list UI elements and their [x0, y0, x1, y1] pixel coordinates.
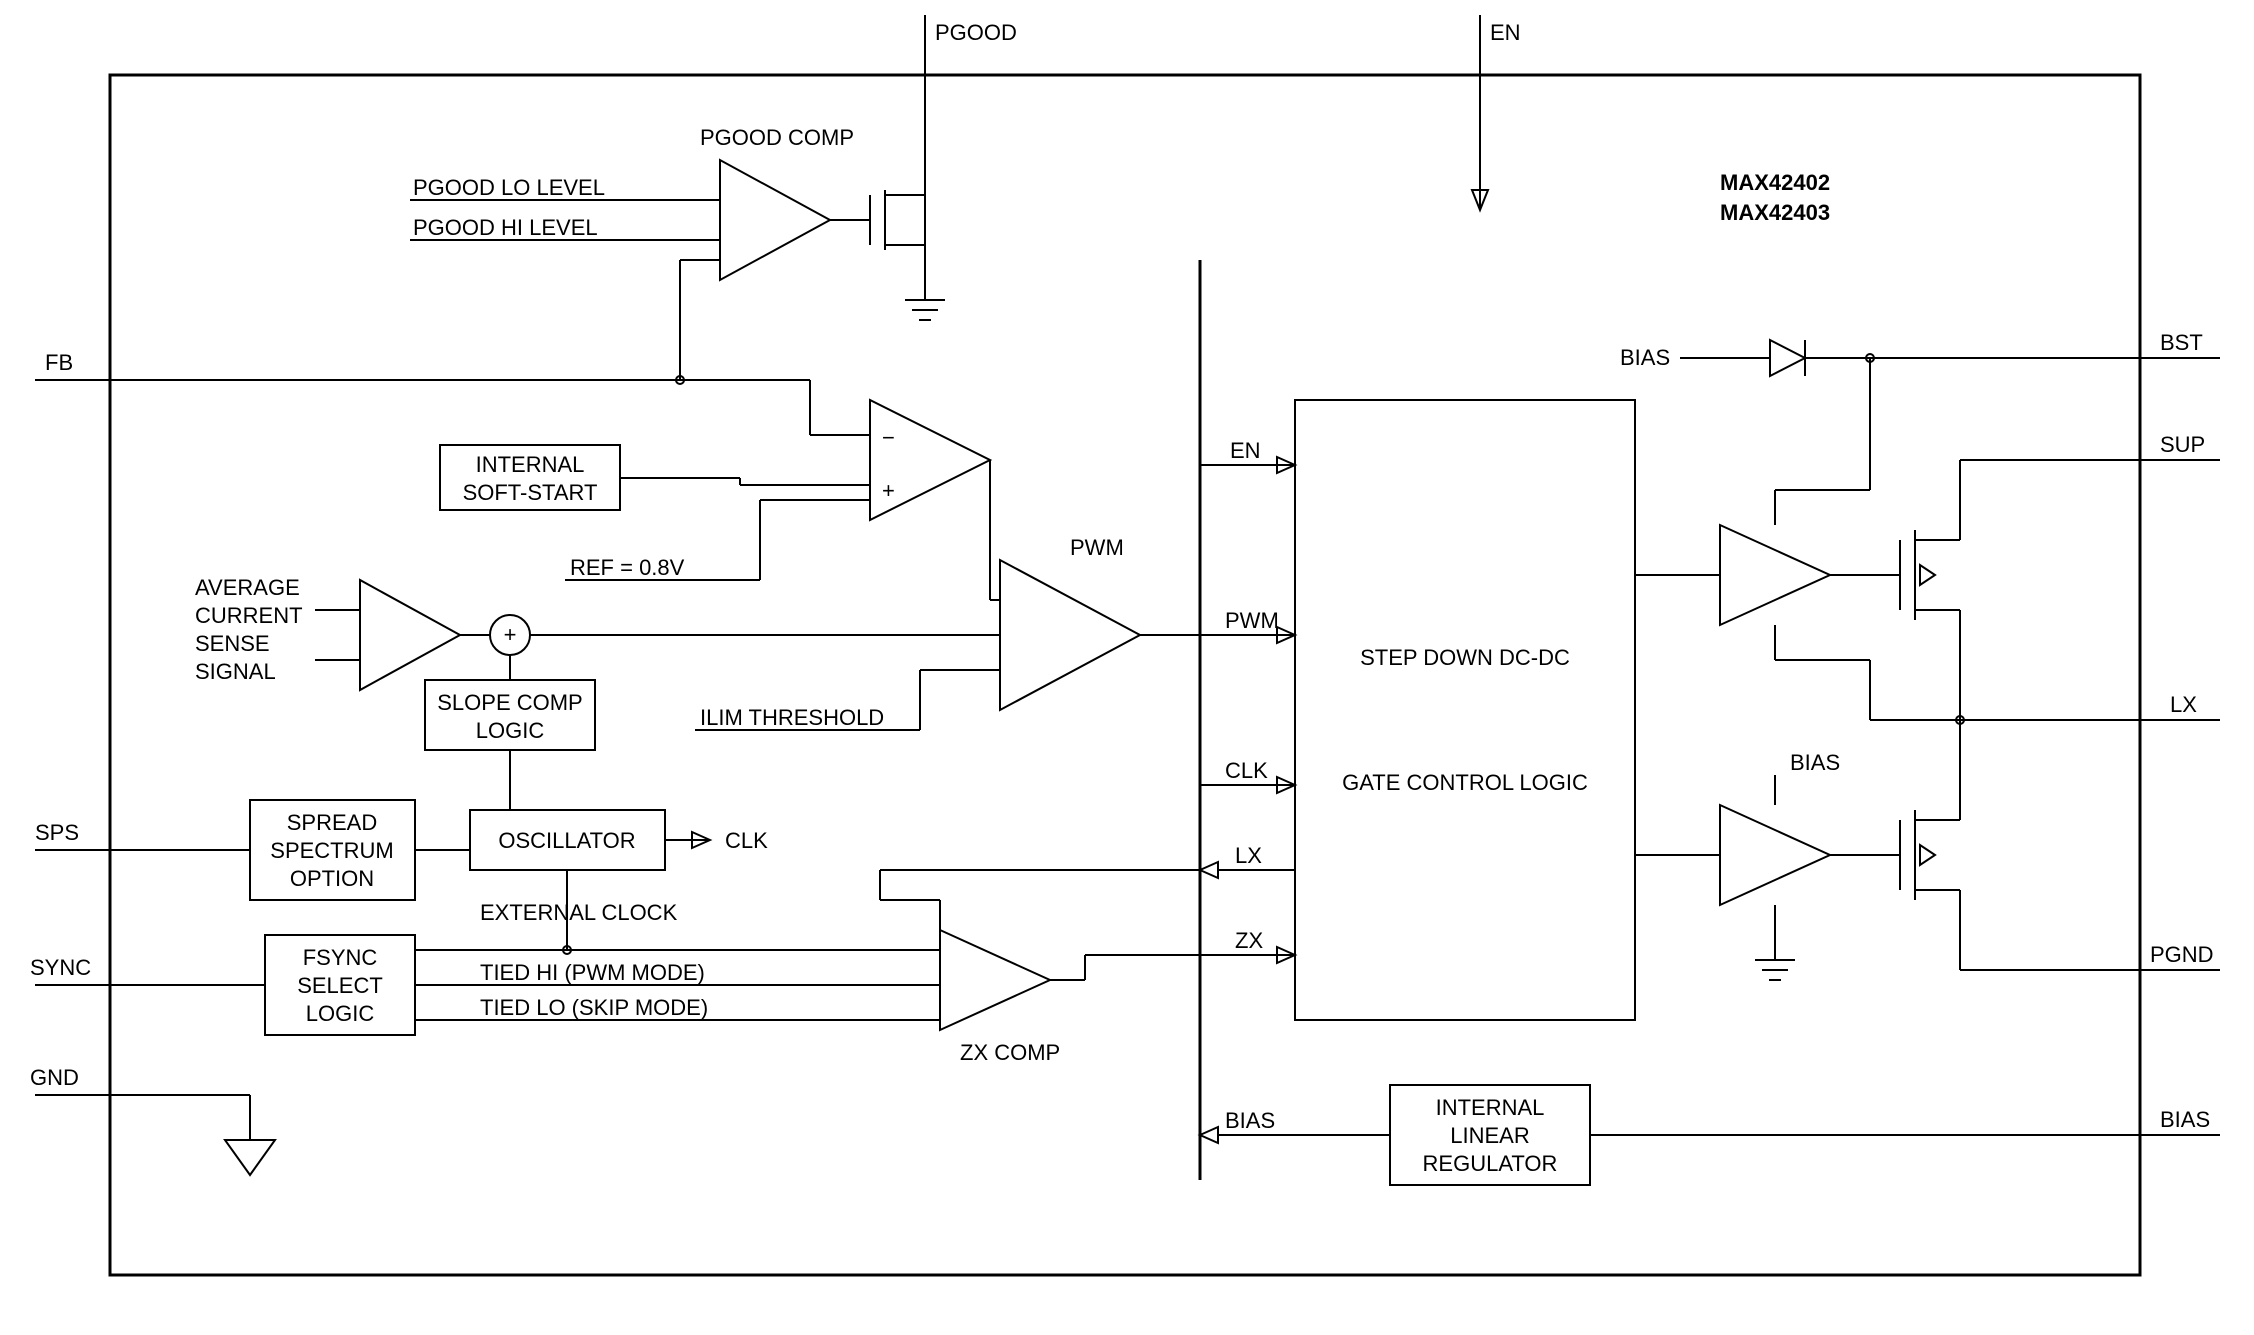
fsync-l3: LOGIC [306, 1001, 375, 1026]
avg-buffer [360, 580, 460, 690]
pwm-label: PWM [1070, 535, 1124, 560]
bus-zx: ZX [1235, 928, 1263, 953]
avg-l2: CURRENT [195, 603, 303, 628]
bus-en: EN [1230, 438, 1261, 463]
pin-lx-label: LX [2170, 692, 2197, 717]
spread-l1: SPREAD [287, 810, 377, 835]
ilim-label: ILIM THRESHOLD [700, 705, 884, 730]
pin-bias-label: BIAS [2160, 1107, 2210, 1132]
softstart-l1: INTERNAL [476, 452, 585, 477]
pwm-comparator [1000, 560, 1140, 710]
clk-out-label: CLK [725, 828, 768, 853]
part-number-2: MAX42403 [1720, 200, 1830, 225]
pin-sup-label: SUP [2160, 432, 2205, 457]
bus-lx: LX [1235, 843, 1262, 868]
stepdown-label: STEP DOWN DC-DC [1360, 645, 1570, 670]
diode-bias [1770, 340, 1805, 376]
bus-pwm: PWM [1225, 608, 1279, 633]
softstart-l2: SOFT-START [463, 480, 598, 505]
box-gatecontrol [1295, 400, 1635, 1020]
bus-clk: CLK [1225, 758, 1268, 783]
low-driver [1720, 805, 1830, 905]
bias-top-label: BIAS [1620, 345, 1670, 370]
pin-en-label: EN [1490, 20, 1521, 45]
sum-plus: + [504, 622, 517, 647]
zxcomp-label: ZX COMP [960, 1040, 1060, 1065]
avg-l4: SIGNAL [195, 659, 276, 684]
avg-l1: AVERAGE [195, 575, 300, 600]
bus-bias: BIAS [1225, 1108, 1275, 1133]
pin-sync-label: SYNC [30, 955, 91, 980]
osc-label: OSCILLATOR [498, 828, 635, 853]
pin-gnd-label: GND [30, 1065, 79, 1090]
pgood-comparator [720, 160, 830, 280]
part-number-1: MAX42402 [1720, 170, 1830, 195]
fsync-l2: SELECT [297, 973, 383, 998]
linreg-l3: REGULATOR [1423, 1151, 1558, 1176]
spread-l3: OPTION [290, 866, 374, 891]
spread-l2: SPECTRUM [270, 838, 393, 863]
pgood-lo-label: PGOOD LO LEVEL [413, 175, 605, 200]
pgood-comp-label: PGOOD COMP [700, 125, 854, 150]
ref-label: REF = 0.8V [570, 555, 685, 580]
fsync-l1: FSYNC [303, 945, 378, 970]
tiedlo-label: TIED LO (SKIP MODE) [480, 995, 708, 1020]
bias-low-label: BIAS [1790, 750, 1840, 775]
pin-sps-label: SPS [35, 820, 79, 845]
pin-fb-label: FB [45, 350, 73, 375]
slope-l1: SLOPE COMP [437, 690, 582, 715]
slope-l2: LOGIC [476, 718, 545, 743]
pgood-mosfet [870, 185, 945, 320]
chip-outline [110, 75, 2140, 1275]
ea-plus: + [882, 478, 895, 503]
gnd-triangle [225, 1140, 275, 1175]
low-mosfet [1900, 810, 1960, 900]
extclk-label: EXTERNAL CLOCK [480, 900, 678, 925]
linreg-l1: INTERNAL [1436, 1095, 1545, 1120]
block-diagram: MAX42402 MAX42403 PGOOD EN PGOOD COMP PG… [0, 0, 2254, 1335]
high-mosfet [1900, 530, 1960, 620]
pgood-hi-label: PGOOD HI LEVEL [413, 215, 598, 240]
high-driver [1720, 525, 1830, 625]
zx-comparator [940, 930, 1050, 1030]
pin-bst-label: BST [2160, 330, 2203, 355]
pin-pgnd-label: PGND [2150, 942, 2214, 967]
avg-l3: SENSE [195, 631, 270, 656]
tiedhi-label: TIED HI (PWM MODE) [480, 960, 705, 985]
gatectrl-label: GATE CONTROL LOGIC [1342, 770, 1588, 795]
linreg-l2: LINEAR [1450, 1123, 1529, 1148]
ea-minus: − [882, 425, 895, 450]
pin-pgood-label: PGOOD [935, 20, 1017, 45]
